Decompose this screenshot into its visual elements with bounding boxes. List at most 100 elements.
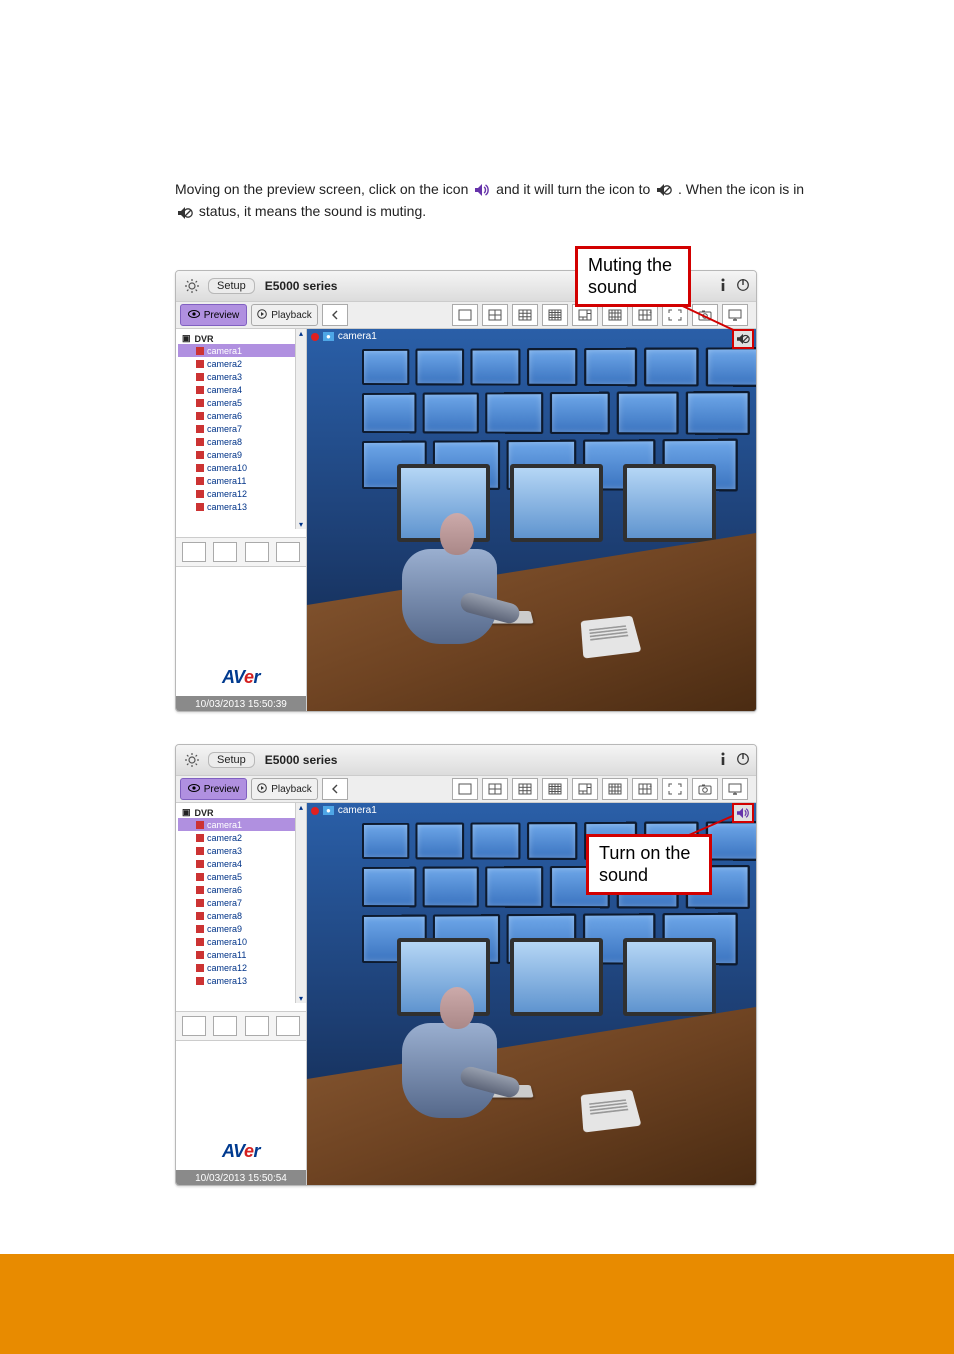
tree-scrollbar[interactable]: ▴▾ <box>295 329 306 529</box>
collapse-toggle[interactable] <box>322 304 348 326</box>
collapse-toggle[interactable] <box>322 778 348 800</box>
rec-badge: ● <box>323 332 334 341</box>
tree-item[interactable]: camera3 <box>178 370 304 383</box>
left-panel-tools <box>176 537 306 567</box>
scroll-down-icon[interactable]: ▾ <box>299 994 303 1003</box>
para-4: status, it means the sound is muting. <box>199 203 426 219</box>
left-panel-tools <box>176 1011 306 1041</box>
record-dot-icon <box>311 807 319 815</box>
tree-item[interactable]: camera1 <box>178 344 304 357</box>
instruction-paragraph: Moving on the preview screen, click on t… <box>175 178 805 223</box>
image-button[interactable] <box>213 542 237 562</box>
info-icon[interactable] <box>718 752 728 769</box>
layout-2x2-icon[interactable] <box>482 304 508 326</box>
layout-grid-plus-icon[interactable]: + <box>632 778 658 800</box>
tree-item[interactable]: camera1 <box>178 818 304 831</box>
alarm-button[interactable] <box>245 542 269 562</box>
tree-item[interactable]: camera5 <box>178 396 304 409</box>
info-icon[interactable] <box>718 278 728 295</box>
speaker-off-icon <box>656 183 672 197</box>
layout-4x4-icon[interactable] <box>542 778 568 800</box>
scroll-up-icon[interactable]: ▴ <box>299 329 303 338</box>
layout-8-icon[interactable] <box>602 778 628 800</box>
tab-preview[interactable]: Preview <box>180 304 247 326</box>
tree-item[interactable]: camera5 <box>178 870 304 883</box>
layout-3x3-icon[interactable] <box>512 304 538 326</box>
titlebar: Setup E5000 series <box>176 745 756 775</box>
layout-1x1-icon[interactable] <box>452 304 478 326</box>
fullscreen-icon[interactable] <box>662 304 688 326</box>
tree-item[interactable]: camera8 <box>178 435 304 448</box>
layout-1x1-icon[interactable] <box>452 778 478 800</box>
scroll-up-icon[interactable]: ▴ <box>299 803 303 812</box>
tree-item[interactable]: camera11 <box>178 474 304 487</box>
alarm-button[interactable] <box>245 1016 269 1036</box>
tree-item[interactable]: camera10 <box>178 461 304 474</box>
annotation-turn-on: Turn on the sound <box>586 834 712 895</box>
camera-tree[interactable]: ▣DVR camera1 camera2 camera3 camera4 cam… <box>176 329 306 537</box>
page: Moving on the preview screen, click on t… <box>0 0 954 1354</box>
power-icon[interactable] <box>736 278 750 295</box>
camera-icon <box>196 860 204 868</box>
mute-sound-button[interactable] <box>732 329 754 349</box>
timestamp: 10/03/2013 15:50:39 <box>176 696 306 712</box>
tree-item[interactable]: camera10 <box>178 935 304 948</box>
layout-6a-icon[interactable] <box>572 778 598 800</box>
ptz-button[interactable] <box>182 1016 206 1036</box>
record-button[interactable] <box>276 1016 300 1036</box>
camera-icon <box>196 425 204 433</box>
layout-4x4-icon[interactable] <box>542 304 568 326</box>
camera-icon <box>196 464 204 472</box>
svg-text:+: + <box>649 784 652 790</box>
tree-item[interactable]: camera3 <box>178 844 304 857</box>
tab-playback[interactable]: Playback <box>251 778 318 800</box>
camera-tree[interactable]: ▣DVR camera1 camera2 camera3 camera4 cam… <box>176 803 306 1011</box>
layout-grid-plus-icon[interactable]: + <box>632 304 658 326</box>
playback-icon <box>257 783 267 796</box>
tree-item[interactable]: camera6 <box>178 883 304 896</box>
setup-button[interactable]: Setup <box>208 752 255 768</box>
fullscreen-icon[interactable] <box>662 778 688 800</box>
tree-item[interactable]: camera13 <box>178 974 304 987</box>
layout-3x3-icon[interactable] <box>512 778 538 800</box>
tree-item[interactable]: camera2 <box>178 357 304 370</box>
svg-text:+: + <box>649 310 652 316</box>
setup-button[interactable]: Setup <box>208 278 255 294</box>
preview-label: Preview <box>204 310 240 321</box>
layout-8-icon[interactable] <box>602 304 628 326</box>
turn-on-sound-button[interactable] <box>732 803 754 823</box>
tree-item[interactable]: camera4 <box>178 383 304 396</box>
tree-item[interactable]: camera8 <box>178 909 304 922</box>
monitor-icon[interactable] <box>722 304 748 326</box>
camera-icon <box>196 412 204 420</box>
snapshot-icon[interactable] <box>692 304 718 326</box>
body-row: ▣DVR camera1 camera2 camera3 camera4 cam… <box>176 329 756 712</box>
record-button[interactable] <box>276 542 300 562</box>
tree-item[interactable]: camera7 <box>178 896 304 909</box>
layout-2x2-icon[interactable] <box>482 778 508 800</box>
mode-bar: Preview Playback + <box>176 775 756 803</box>
tree-scrollbar[interactable]: ▴▾ <box>295 803 306 1003</box>
tree-item[interactable]: camera12 <box>178 487 304 500</box>
tree-item[interactable]: camera13 <box>178 500 304 513</box>
scroll-down-icon[interactable]: ▾ <box>299 520 303 529</box>
monitor-icon[interactable] <box>722 778 748 800</box>
ptz-button[interactable] <box>182 542 206 562</box>
tab-playback[interactable]: Playback <box>251 304 318 326</box>
tree-item[interactable]: camera12 <box>178 961 304 974</box>
image-button[interactable] <box>213 1016 237 1036</box>
tree-item[interactable]: camera6 <box>178 409 304 422</box>
snapshot-icon[interactable] <box>692 778 718 800</box>
eye-icon <box>188 784 200 795</box>
tree-item[interactable]: camera4 <box>178 857 304 870</box>
tree-item[interactable]: camera11 <box>178 948 304 961</box>
tree-item[interactable]: camera9 <box>178 448 304 461</box>
layout-6a-icon[interactable] <box>572 304 598 326</box>
tree-item[interactable]: camera9 <box>178 922 304 935</box>
tab-preview[interactable]: Preview <box>180 778 247 800</box>
tree-item[interactable]: camera7 <box>178 422 304 435</box>
power-icon[interactable] <box>736 752 750 769</box>
camera-viewport[interactable]: ● camera1 <box>307 329 756 712</box>
tree-item[interactable]: camera2 <box>178 831 304 844</box>
preview-label: Preview <box>204 784 240 795</box>
